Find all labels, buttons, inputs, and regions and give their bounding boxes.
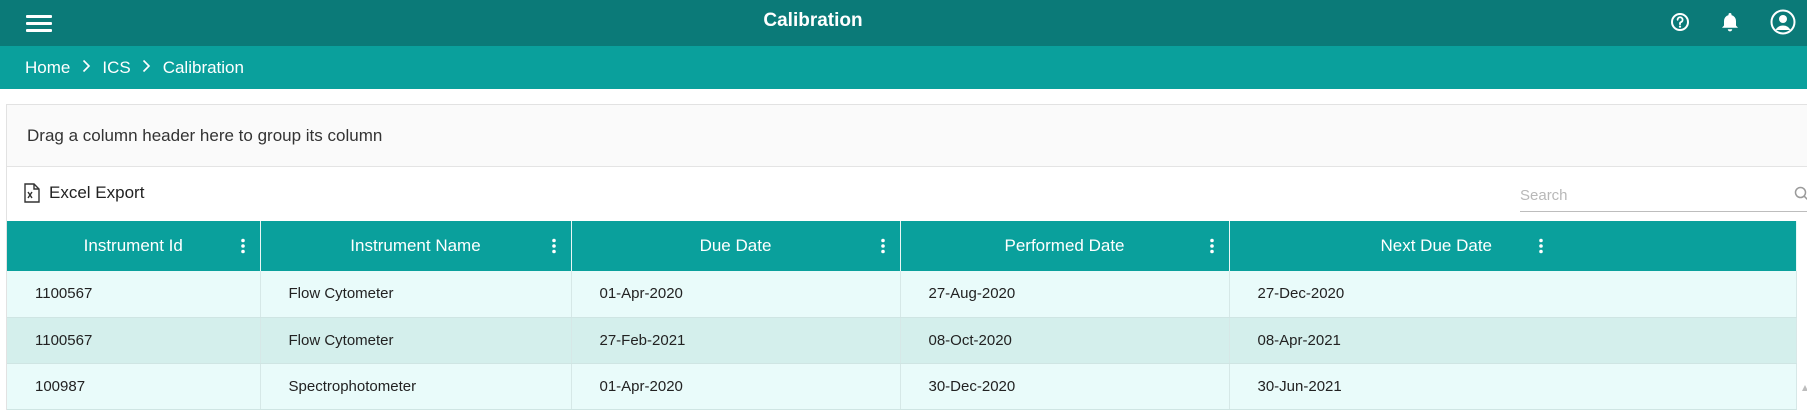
instrument-id-cell: 1100567 bbox=[7, 271, 261, 318]
top-app-bar: Calibration bbox=[0, 0, 1807, 46]
table-row[interactable]: 100987 Spectrophotometer 01-Apr-2020 30-… bbox=[7, 363, 1797, 410]
notification-bell-icon[interactable] bbox=[1716, 8, 1744, 36]
breadcrumb-ics[interactable]: ICS bbox=[102, 58, 130, 78]
instrument-id-cell: 100987 bbox=[7, 363, 261, 410]
calibration-grid-panel: Drag a column header here to group its c… bbox=[6, 104, 1807, 410]
help-icon[interactable] bbox=[1666, 8, 1694, 36]
vertical-scrollbar[interactable] bbox=[1802, 379, 1807, 411]
column-header-label: Next Due Date bbox=[1380, 236, 1493, 255]
page-title: Calibration bbox=[763, 10, 863, 31]
excel-export-button[interactable]: Excel Export bbox=[23, 183, 144, 203]
breadcrumb-calibration: Calibration bbox=[162, 57, 244, 77]
search-box bbox=[1520, 181, 1807, 212]
due-date-cell: 01-Apr-2020 bbox=[571, 271, 901, 318]
breadcrumb-home[interactable]: Home bbox=[25, 58, 70, 78]
due-date-cell: 01-Apr-2020 bbox=[571, 363, 901, 410]
column-header-label: Due Date bbox=[699, 236, 772, 255]
column-header[interactable]: Next Due Date bbox=[1229, 221, 1797, 271]
column-menu-icon[interactable] bbox=[240, 238, 246, 254]
search-icon[interactable] bbox=[1794, 186, 1807, 207]
column-menu-icon[interactable] bbox=[1538, 238, 1544, 254]
performed-date-cell: 27-Aug-2020 bbox=[900, 271, 1230, 318]
instrument-name-cell: Flow Cytometer bbox=[260, 317, 572, 364]
table-row[interactable]: 1100567 Flow Cytometer 01-Apr-2020 27-Au… bbox=[7, 271, 1797, 318]
next-due-date-cell: 30-Jun-2021 bbox=[1229, 363, 1797, 410]
due-date-cell: 27-Feb-2021 bbox=[571, 317, 901, 364]
grid-toolbar: Excel Export bbox=[7, 167, 1807, 221]
column-menu-icon[interactable] bbox=[880, 238, 886, 254]
performed-date-cell: 08-Oct-2020 bbox=[900, 317, 1230, 364]
next-due-date-cell: 27-Dec-2020 bbox=[1229, 271, 1797, 318]
column-header[interactable]: Instrument Name bbox=[260, 221, 572, 271]
excel-file-icon bbox=[23, 183, 41, 203]
group-hint-text: Drag a column header here to group its c… bbox=[27, 125, 383, 145]
performed-date-cell: 30-Dec-2020 bbox=[900, 363, 1230, 410]
instrument-id-cell: 1100567 bbox=[7, 317, 261, 364]
next-due-date-cell: 08-Apr-2021 bbox=[1229, 317, 1797, 364]
column-header-label: Instrument Id bbox=[83, 236, 183, 255]
column-header[interactable]: Instrument Id bbox=[7, 221, 261, 271]
chevron-right-icon bbox=[131, 58, 163, 78]
column-menu-icon[interactable] bbox=[551, 238, 557, 254]
breadcrumb: Home ICS Calibration bbox=[0, 46, 1807, 89]
column-header-label: Performed Date bbox=[1004, 236, 1125, 255]
column-menu-icon[interactable] bbox=[1209, 238, 1215, 254]
calibration-table: Instrument Id Instrument Name Due Date P… bbox=[7, 221, 1797, 410]
chevron-right-icon bbox=[70, 58, 102, 78]
instrument-name-cell: Spectrophotometer bbox=[260, 363, 572, 410]
user-account-icon[interactable] bbox=[1769, 8, 1797, 36]
excel-export-label: Excel Export bbox=[49, 183, 145, 202]
table-header-row: Instrument Id Instrument Name Due Date P… bbox=[7, 221, 1797, 271]
group-drop-area[interactable]: Drag a column header here to group its c… bbox=[7, 105, 1807, 167]
column-header[interactable]: Performed Date bbox=[900, 221, 1230, 271]
table-row[interactable]: 1100567 Flow Cytometer 27-Feb-2021 08-Oc… bbox=[7, 317, 1797, 364]
column-header[interactable]: Due Date bbox=[571, 221, 901, 271]
instrument-name-cell: Flow Cytometer bbox=[260, 271, 572, 318]
column-header-label: Instrument Name bbox=[350, 236, 481, 255]
search-input[interactable] bbox=[1520, 181, 1770, 209]
